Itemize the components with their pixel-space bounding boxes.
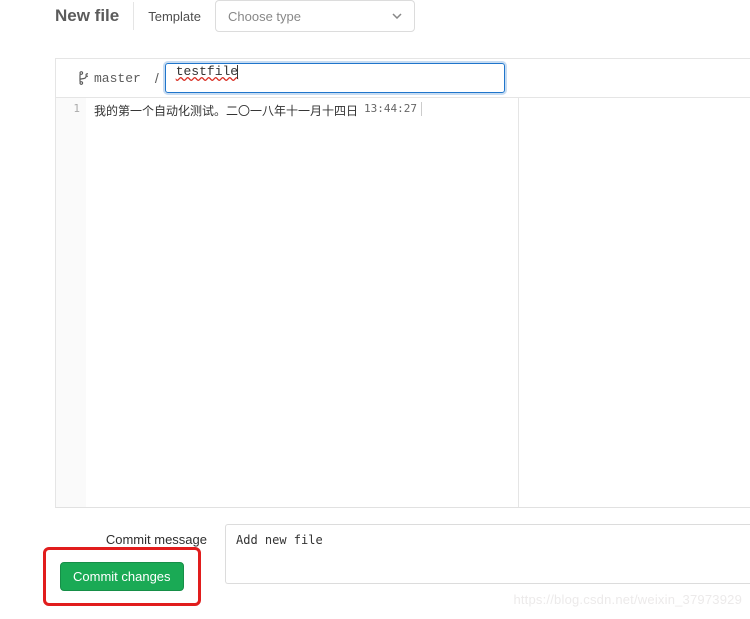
code-line-text: 我的第一个自动化测试。二〇一八年十一月十四日	[94, 102, 358, 507]
commit-button-highlight: Commit changes	[43, 547, 201, 606]
line-number: 1	[56, 102, 80, 115]
file-path-bar: master / testfile	[55, 58, 750, 98]
editor-right-pane	[518, 98, 750, 507]
template-label: Template	[148, 9, 201, 24]
branch-selector[interactable]: master	[66, 71, 153, 86]
page-title: New file	[55, 6, 119, 26]
chevron-down-icon	[392, 13, 402, 19]
path-separator: /	[153, 70, 165, 86]
branch-name: master	[94, 71, 141, 86]
header-divider	[133, 2, 134, 30]
commit-changes-button[interactable]: Commit changes	[60, 562, 184, 591]
template-select-placeholder: Choose type	[228, 9, 301, 24]
editor-gutter: 1	[56, 98, 86, 507]
template-select[interactable]: Choose type	[215, 0, 415, 32]
editor-content[interactable]: 我的第一个自动化测试。二〇一八年十一月十四日 13:44:27	[86, 98, 518, 507]
watermark-text: https://blog.csdn.net/weixin_37973929	[513, 592, 742, 607]
code-line-time: 13:44:27	[364, 102, 422, 116]
commit-message-input[interactable]: Add new file	[225, 524, 750, 584]
filename-value: testfile	[176, 64, 238, 79]
code-editor[interactable]: 1 我的第一个自动化测试。二〇一八年十一月十四日 13:44:27	[55, 98, 750, 508]
filename-input[interactable]: testfile	[165, 63, 505, 93]
branch-icon	[78, 71, 88, 85]
text-caret	[237, 65, 238, 79]
